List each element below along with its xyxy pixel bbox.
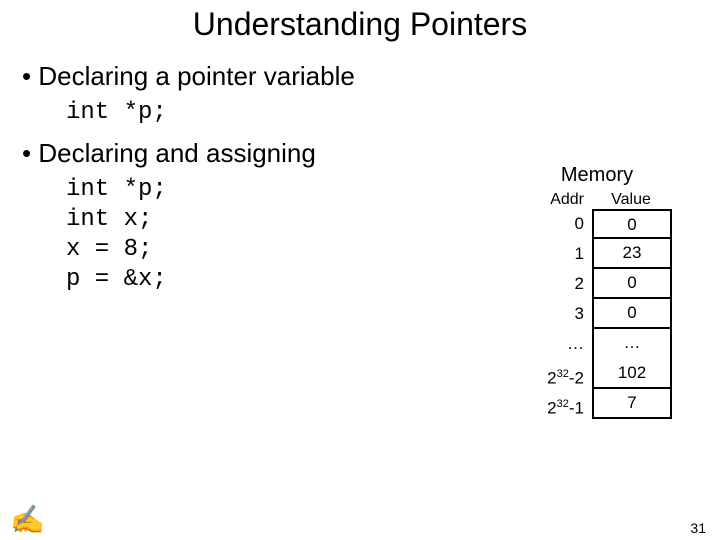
slide-number: 31 [690,520,706,536]
memory-addr: 3 [522,299,592,329]
memory-header-addr: Addr [522,191,590,209]
memory-header-value: Value [590,191,672,209]
memory-row: 232-2 102 [522,359,672,389]
memory-row: 0 0 [522,209,672,239]
memory-title: Memory [522,164,672,187]
memory-value: 7 [592,389,672,419]
memory-value: 102 [592,359,672,389]
memory-addr: 0 [522,209,592,239]
slide-title: Understanding Pointers [0,6,720,43]
writing-hand-icon: ✍ [10,503,45,536]
memory-row: 1 23 [522,239,672,269]
memory-addr: … [522,329,592,359]
memory-value: 0 [592,209,672,239]
bullet-declare-pointer: Declaring a pointer variable [22,61,720,92]
memory-row-ellipsis: … … [522,329,672,359]
memory-value: 0 [592,299,672,329]
memory-table: Memory Addr Value 0 0 1 23 2 0 3 0 … … 2… [522,164,672,419]
code-declare-pointer: int *p; [66,98,720,128]
memory-addr: 232-1 [522,389,592,419]
memory-row: 232-1 7 [522,389,672,419]
memory-addr: 1 [522,239,592,269]
memory-headers: Addr Value [522,191,672,209]
memory-value: 0 [592,269,672,299]
memory-addr: 232-2 [522,359,592,389]
memory-row: 3 0 [522,299,672,329]
memory-row: 2 0 [522,269,672,299]
memory-addr: 2 [522,269,592,299]
memory-value: … [592,329,672,359]
memory-value: 23 [592,239,672,269]
